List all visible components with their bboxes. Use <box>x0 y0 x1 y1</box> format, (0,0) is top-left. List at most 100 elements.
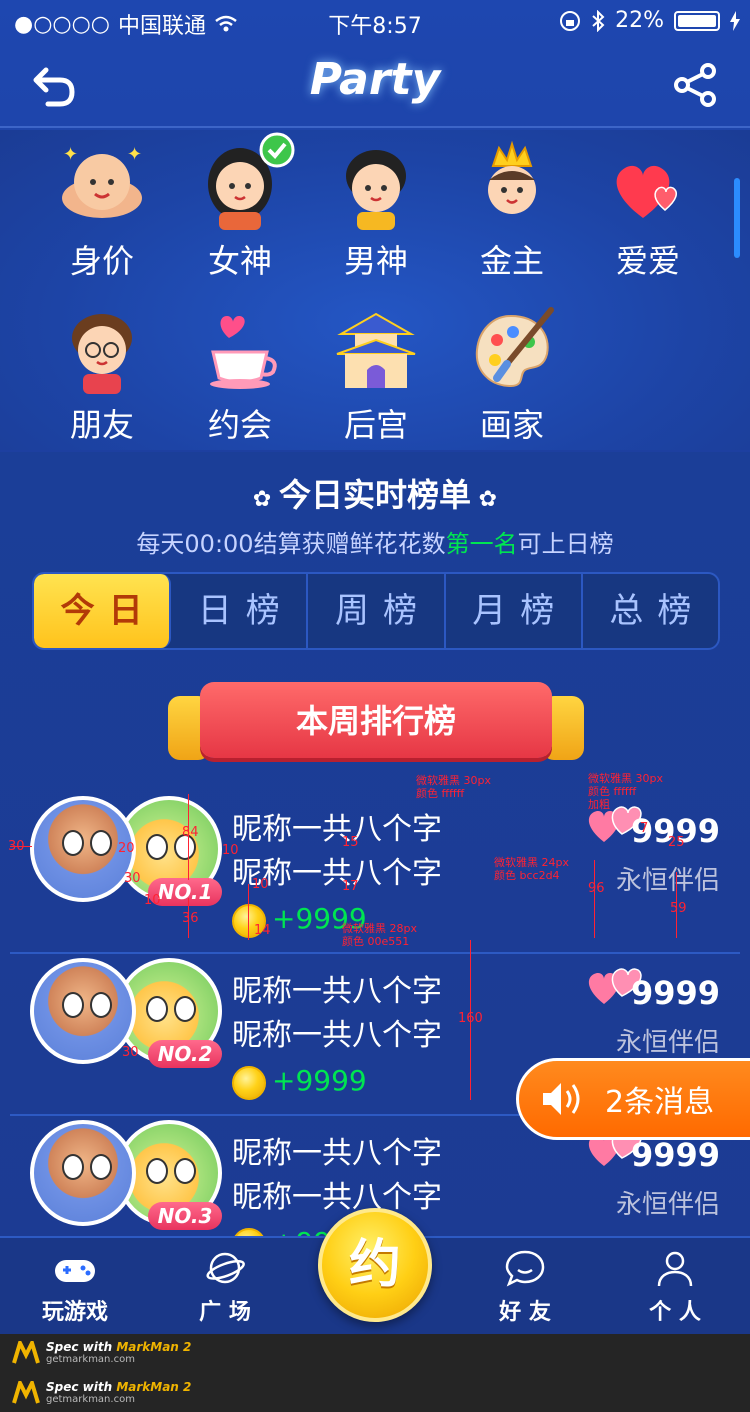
tab-total[interactable]: 总榜 <box>583 574 718 648</box>
markman-brand: MarkMan 2 <box>116 1340 192 1354</box>
markman-url: getmarkman.com <box>46 1354 135 1365</box>
category-label: 朋友 <box>69 406 134 444</box>
tab-label: 好 友 <box>499 1300 551 1325</box>
message-count-label: 2条消息 <box>605 1085 715 1120</box>
spec-line <box>470 940 471 1100</box>
category-shenjia[interactable]: ✦ ✦ 身价 <box>42 130 162 280</box>
spec-line <box>10 846 32 847</box>
spec-measure: 59 <box>670 901 687 916</box>
app-screen: ●○○○○ 中国联通 下午8:57 22% Party ✦ ✦ 身价 女神 男神… <box>0 0 750 1334</box>
spec-measure: 30 <box>124 871 141 886</box>
subtitle-highlight: 第一名 <box>445 530 518 558</box>
tab-weekly[interactable]: 周榜 <box>308 574 446 648</box>
spec-text: 微软雅黑 28px <box>342 922 417 935</box>
hearts-icon <box>603 140 693 230</box>
markman-footer: Spec with MarkMan 2 getmarkman.com Spec … <box>0 1334 750 1412</box>
category-jinzhu[interactable]: 金主 <box>452 130 572 280</box>
tab-games[interactable]: 玩游戏 <box>20 1248 130 1326</box>
spec-measure: 10 <box>144 893 161 908</box>
lock-rotation-icon <box>560 10 581 31</box>
spec-measure: 15 <box>342 835 359 850</box>
spec-line <box>188 898 189 938</box>
markman-credit: Spec with MarkMan 2 getmarkman.com <box>12 1340 191 1365</box>
tab-friends[interactable]: 好 友 <box>470 1248 580 1326</box>
category-nanshen[interactable]: 男神 <box>316 130 436 280</box>
spec-measure: 10 <box>222 843 239 858</box>
spec-line <box>676 872 677 938</box>
tab-today[interactable]: 今日 <box>34 574 172 648</box>
tab-daily[interactable]: 日榜 <box>171 574 309 648</box>
coin-icon <box>232 1066 266 1100</box>
banner-text: 本周排行榜 <box>295 702 456 740</box>
category-yuehui[interactable]: 约会 <box>180 294 300 444</box>
category-scrollbar[interactable] <box>734 178 740 258</box>
spec-text: 颜色 ffffff <box>416 787 465 800</box>
male-avatar[interactable] <box>30 1120 136 1226</box>
nickname-2: 昵称一共八个字 <box>232 1018 442 1053</box>
spec-text: 加粗 <box>588 798 610 811</box>
spec-measure: 17 <box>342 879 359 894</box>
message-notification-button[interactable]: 2条消息 <box>516 1058 750 1140</box>
category-aiai[interactable]: 爱爱 <box>588 130 708 280</box>
check-badge-icon <box>259 132 295 168</box>
nav-header: Party <box>0 40 750 128</box>
spec-text: 颜色 00e551 <box>342 935 410 948</box>
category-label: 后宫 <box>343 406 408 444</box>
rank-badge: NO.3 <box>148 1202 222 1230</box>
nickname-1: 昵称一共八个字 <box>232 1136 442 1171</box>
relation-label: 永恒伴侣 <box>615 1028 720 1058</box>
markman-title: Spec with MarkMan 2 <box>46 1380 191 1394</box>
palette-icon <box>467 304 557 394</box>
ranking-title: ✿ 今日实时榜单 ✿ <box>0 470 750 516</box>
markman-prefix: Spec with <box>46 1340 117 1354</box>
palace-icon <box>331 304 421 394</box>
nickname-2: 昵称一共八个字 <box>232 1180 442 1215</box>
category-label: 约会 <box>207 406 272 444</box>
tab-label: 个 人 <box>649 1300 701 1325</box>
spec-line <box>248 884 249 940</box>
spec-measure: 36 <box>182 911 199 926</box>
markman-title: Spec with MarkMan 2 <box>46 1340 191 1354</box>
share-icon[interactable] <box>672 62 718 108</box>
category-nvshen[interactable]: 女神 <box>180 130 300 280</box>
status-bar: ●○○○○ 中国联通 下午8:57 22% <box>0 0 750 40</box>
spec-line <box>188 794 189 880</box>
markman-logo-icon <box>12 1340 40 1364</box>
friend-icon <box>57 304 147 394</box>
charging-icon <box>730 10 740 31</box>
tab-plaza[interactable]: 广 场 <box>170 1248 280 1326</box>
male-avatar[interactable] <box>30 958 136 1064</box>
nickname-1: 昵称一共八个字 <box>232 974 442 1009</box>
subtitle-text-end: 可上日榜 <box>517 530 614 558</box>
person-icon <box>657 1251 693 1287</box>
tab-profile[interactable]: 个 人 <box>620 1248 730 1326</box>
category-label: 金主 <box>479 242 544 280</box>
relation-label: 永恒伴侣 <box>615 866 720 896</box>
date-cup-icon <box>195 304 285 394</box>
svg-text:✦: ✦ <box>127 144 142 165</box>
tab-label: 玩游戏 <box>41 1300 108 1325</box>
rank-badge: NO.2 <box>148 1040 222 1068</box>
ranking-subtitle: 每天00:00结算获赠鲜花花数第一名可上日榜 <box>0 524 750 559</box>
tab-monthly[interactable]: 月榜 <box>446 574 583 648</box>
goddess-icon <box>195 132 295 230</box>
spec-annotation: 微软雅黑 24px 颜色 bcc2d4 <box>494 856 569 882</box>
spec-annotation: 微软雅黑 30px 颜色 ffffff <box>416 774 491 800</box>
subtitle-text: 每天00:00结算获赠鲜花花数 <box>136 530 446 558</box>
date-center-button[interactable]: 约 <box>318 1208 432 1322</box>
category-huajia[interactable]: 画家 <box>452 294 572 444</box>
category-pengyou[interactable]: 朋友 <box>42 294 162 444</box>
spec-text: 微软雅黑 24px <box>494 856 569 869</box>
battery-icon <box>674 10 720 31</box>
spec-text: 微软雅黑 30px <box>588 772 663 785</box>
category-hougong[interactable]: 后宫 <box>316 294 436 444</box>
spec-text: 微软雅黑 30px <box>416 774 491 787</box>
category-label: 身价 <box>69 242 134 280</box>
markman-prefix: Spec with <box>46 1380 117 1394</box>
category-label: 男神 <box>343 242 408 280</box>
nickname-1: 昵称一共八个字 <box>232 812 442 847</box>
markman-brand: MarkMan 2 <box>116 1380 192 1394</box>
svg-text:✦: ✦ <box>63 144 78 165</box>
page-title: Party <box>309 54 441 105</box>
gain-value: +9999 <box>272 1064 367 1097</box>
